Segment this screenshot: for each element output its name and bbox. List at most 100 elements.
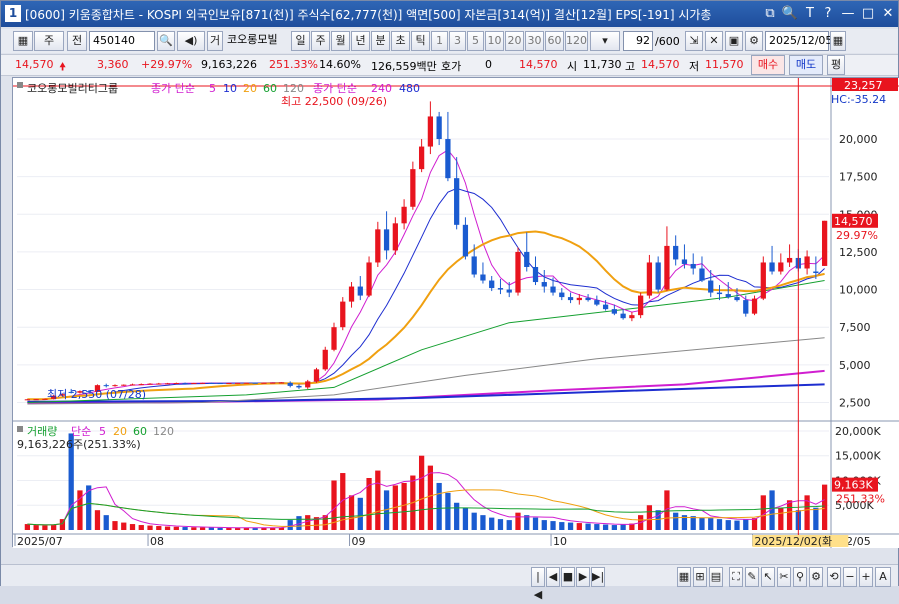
- minimize-icon[interactable]: —: [839, 4, 857, 24]
- eval-button[interactable]: 평: [827, 55, 845, 75]
- name-button[interactable]: 거: [207, 31, 223, 51]
- volume-bar: [436, 482, 442, 530]
- date-label: 10: [553, 535, 567, 548]
- tool-icon-1[interactable]: ⛶: [729, 567, 743, 587]
- chart-area[interactable]: 20,00017,50015,00012,50010,0007,5005,000…: [12, 77, 899, 548]
- period-day[interactable]: 일: [291, 31, 310, 51]
- candle-body: [164, 383, 171, 385]
- volume-bar: [699, 517, 705, 530]
- interval-3[interactable]: 3: [449, 31, 466, 51]
- candle-body: [813, 271, 819, 274]
- current-volume-percent: 251.33%: [836, 493, 885, 506]
- interval-10[interactable]: 10: [485, 31, 504, 51]
- scroll-next-icon[interactable]: ▶: [576, 567, 590, 587]
- help-icon[interactable]: ?: [819, 4, 837, 24]
- link-icon[interactable]: ⧉: [761, 4, 779, 24]
- hoga-price: 14,570: [519, 58, 558, 71]
- top-price-value: 23,257: [844, 79, 883, 92]
- candle-body: [664, 245, 670, 290]
- trade-amount: 126,559백만: [371, 60, 437, 73]
- date-label: 08: [150, 535, 164, 548]
- legend-ma2-prefix: 종가 단순: [313, 82, 357, 95]
- font-icon[interactable]: T: [801, 4, 819, 24]
- custom-interval-select[interactable]: ▾: [590, 31, 620, 51]
- price-tick-label: 17,500: [839, 171, 878, 184]
- up-arrow-icon: 🠝: [59, 60, 67, 73]
- candle-body: [33, 399, 39, 401]
- search-icon[interactable]: 🔍: [781, 4, 799, 24]
- sell-button[interactable]: 매도: [789, 55, 823, 75]
- candle-body: [191, 383, 197, 385]
- high-annotation: 최고 22,500 (09/26): [281, 95, 387, 108]
- period-year[interactable]: 년: [351, 31, 370, 51]
- candle-body: [383, 229, 390, 251]
- maximize-icon[interactable]: □: [859, 4, 877, 24]
- tool-icon-4[interactable]: ✂: [777, 567, 791, 587]
- crosshair-icon[interactable]: ✕: [705, 31, 723, 51]
- volume-bar: [716, 519, 723, 530]
- candle-body: [401, 206, 407, 224]
- stock-code-input[interactable]: 450140: [89, 31, 155, 51]
- close-icon[interactable]: ✕: [879, 4, 897, 24]
- chart-canvas[interactable]: 20,00017,50015,00012,50010,0007,5005,000…: [13, 78, 899, 548]
- calendar-icon[interactable]: ▦: [830, 31, 846, 51]
- grid-icon[interactable]: ▤: [709, 567, 723, 587]
- candle-body: [524, 251, 530, 267]
- stock-name: 코오롱모빌: [227, 33, 278, 46]
- candle-body: [357, 286, 363, 296]
- interval-120[interactable]: 120: [565, 31, 588, 51]
- stop-icon[interactable]: ■: [561, 567, 575, 587]
- interval-1[interactable]: 1: [431, 31, 448, 51]
- search-stock-icon[interactable]: 🔍: [157, 31, 175, 51]
- gear-icon[interactable]: ⚙: [745, 31, 763, 51]
- volume-legend-label: 거래량: [27, 425, 57, 438]
- period-month[interactable]: 월: [331, 31, 350, 51]
- layout-icon[interactable]: ▦: [677, 567, 691, 587]
- candle-body: [506, 289, 512, 293]
- text-size-icon[interactable]: A: [875, 567, 891, 587]
- volume-bar: [235, 528, 241, 530]
- volume-bar: [418, 455, 425, 530]
- tool-icon-5[interactable]: ⚲: [793, 567, 807, 587]
- split-icon[interactable]: ⊞: [693, 567, 707, 587]
- volume-bar: [173, 526, 179, 530]
- interval-5[interactable]: 5: [467, 31, 484, 51]
- tool-icon-2[interactable]: ✎: [745, 567, 759, 587]
- candle-body: [559, 292, 565, 298]
- volume: 9,163,226: [201, 58, 257, 71]
- tool-icon-6[interactable]: ⚙: [809, 567, 823, 587]
- scroll-prev-icon[interactable]: ◀: [546, 567, 560, 587]
- save-icon[interactable]: ▣: [725, 31, 743, 51]
- candle-body: [235, 382, 241, 384]
- volume-bar: [655, 510, 661, 530]
- scroll-first-icon[interactable]: |◀: [531, 567, 545, 601]
- window-number: 1: [5, 5, 21, 22]
- status-bar: |◀ ◀ ■ ▶ ▶| ▦ ⊞ ▤ ⛶ ✎ ↖ ✂ ⚲ ⚙ ⟲ − + A: [1, 564, 898, 601]
- date-input[interactable]: 2025/12/05: [765, 31, 832, 51]
- legend-toggle-icon: [17, 82, 23, 88]
- volume-legend-ma-120: 120: [153, 425, 174, 438]
- zoom-icon[interactable]: ⇲: [685, 31, 703, 51]
- bar-count-input[interactable]: 92: [623, 31, 653, 51]
- scroll-last-icon[interactable]: ▶|: [591, 567, 605, 587]
- prev-button[interactable]: 전: [67, 31, 87, 51]
- volume-bar: [497, 519, 504, 530]
- interval-60[interactable]: 60: [545, 31, 564, 51]
- chart-settings-icon[interactable]: ▦: [13, 31, 33, 51]
- volume-bar: [786, 500, 793, 530]
- market-select[interactable]: 주: [34, 31, 64, 51]
- sound-icon[interactable]: ◀): [177, 31, 205, 51]
- interval-20[interactable]: 20: [505, 31, 524, 51]
- zoom-reset-icon[interactable]: ⟲: [827, 567, 841, 587]
- period-tick[interactable]: 틱: [411, 31, 430, 51]
- period-week[interactable]: 주: [311, 31, 330, 51]
- period-second[interactable]: 초: [391, 31, 410, 51]
- zoom-in-icon[interactable]: +: [859, 567, 873, 587]
- volume-bar: [541, 520, 547, 530]
- zoom-out-icon[interactable]: −: [843, 567, 857, 587]
- tool-icon-3[interactable]: ↖: [761, 567, 775, 587]
- period-minute[interactable]: 분: [371, 31, 390, 51]
- volume-bar: [778, 507, 784, 530]
- interval-30[interactable]: 30: [525, 31, 544, 51]
- buy-button[interactable]: 매수: [751, 55, 785, 75]
